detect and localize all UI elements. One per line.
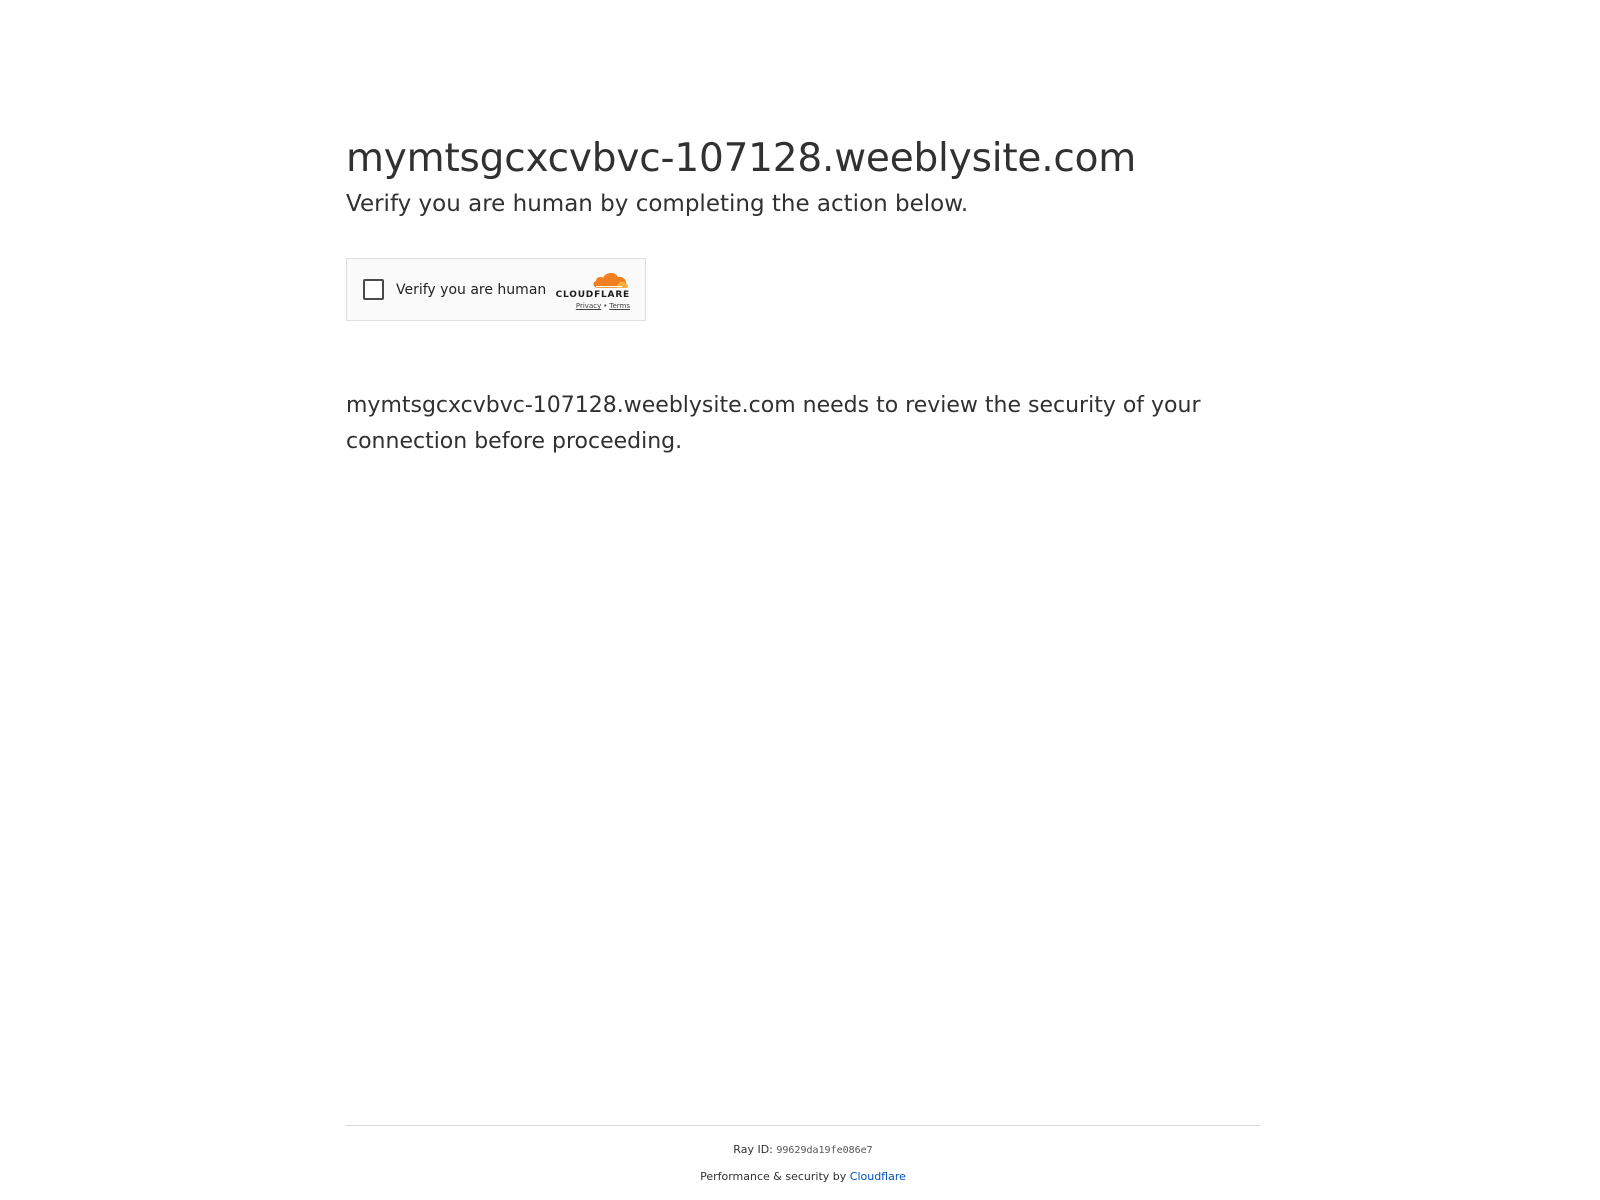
security-message: mymtsgcxcvbvc-107128.weeblysite.com need… [346,393,1201,454]
cloudflare-brand: CLOUDFLARE Privacy • Terms [548,270,630,312]
challenge-page: mymtsgcxcvbvc-107128.weeblysite.com Veri… [0,0,1600,1200]
terms-link[interactable]: Terms [609,302,630,310]
ray-id-label: Ray ID: [733,1143,773,1156]
privacy-link[interactable]: Privacy [576,302,601,310]
widget-links: Privacy • Terms [576,302,630,310]
cloudflare-cloud-icon [593,272,628,288]
verify-checkbox[interactable] [363,279,384,300]
cloudflare-wordmark: CLOUDFLARE [555,290,630,300]
footer: Ray ID: 99629da19fe086e7 Performance & s… [346,1125,1260,1185]
performance-line: Performance & security by Cloudflare [346,1169,1260,1185]
verify-checkbox-label[interactable]: Verify you are human [396,280,546,300]
ray-id-line: Ray ID: 99629da19fe086e7 [346,1142,1260,1159]
cloudflare-link[interactable]: Cloudflare [850,1170,906,1183]
performance-prefix: Performance & security by [700,1170,847,1183]
page-subtitle: Verify you are human by completing the a… [346,191,969,217]
page-title: mymtsgcxcvbvc-107128.weeblysite.com [346,136,1137,181]
ray-id-value: 99629da19fe086e7 [776,1145,873,1156]
main-content: mymtsgcxcvbvc-107128.weeblysite.com Veri… [346,130,1266,454]
turnstile-widget[interactable]: Verify you are human CLOUDFLARE Privacy •… [346,258,646,321]
